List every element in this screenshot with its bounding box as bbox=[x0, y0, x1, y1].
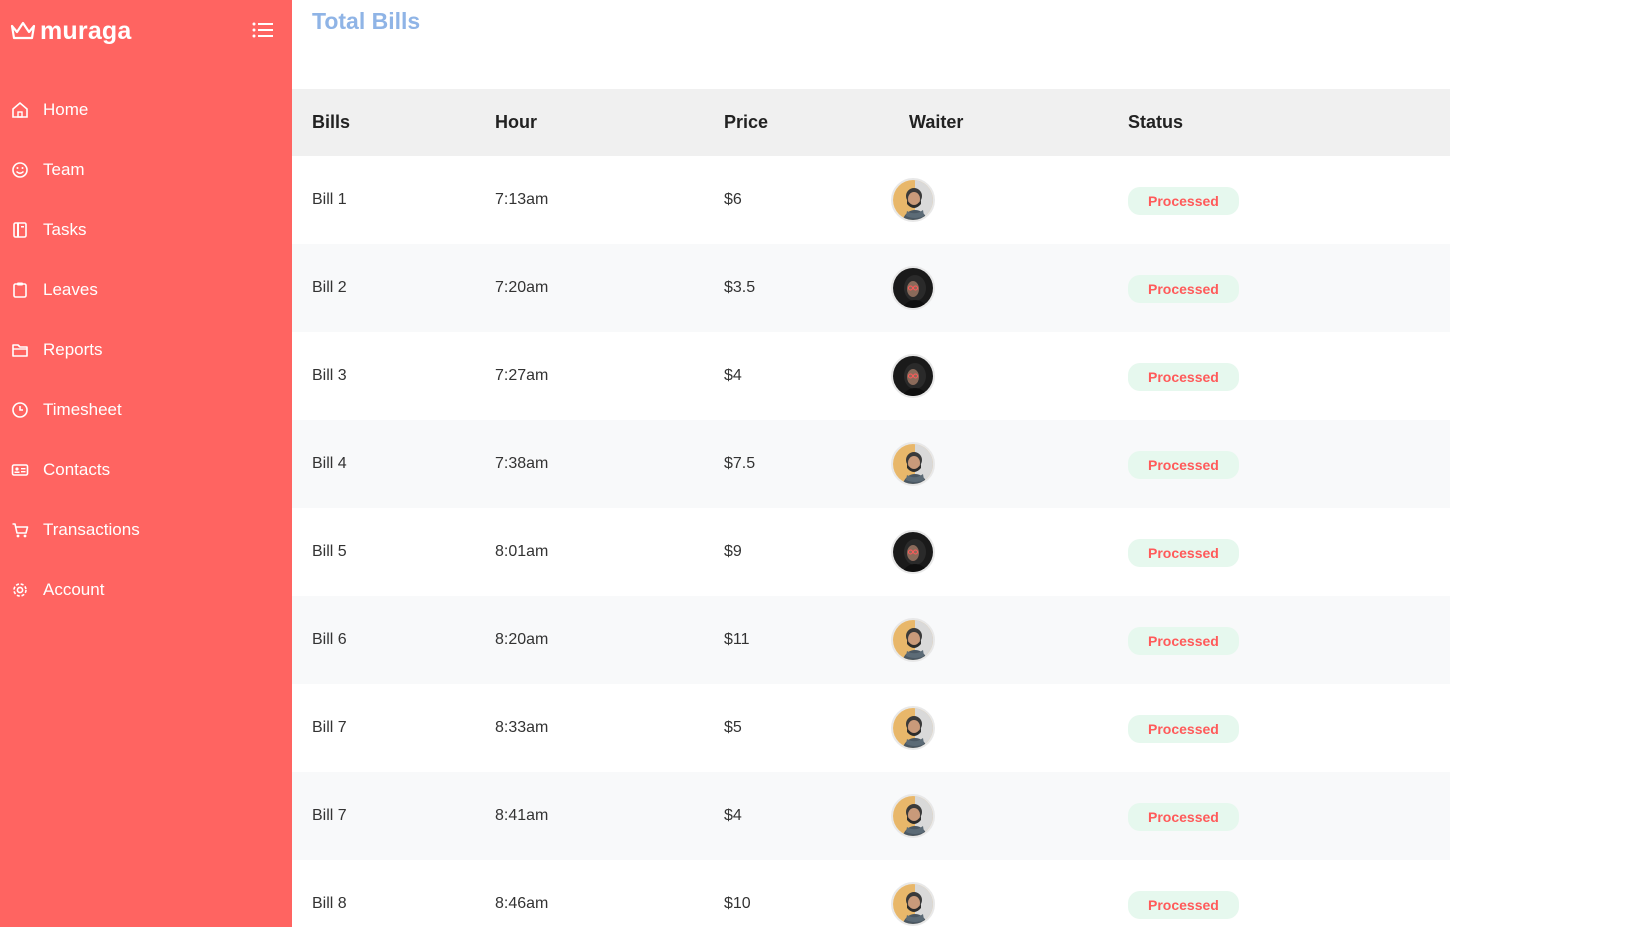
waiter-avatar[interactable] bbox=[891, 354, 935, 398]
price-cell: $4 bbox=[724, 807, 742, 824]
sidebar-item-leaves[interactable]: Leaves bbox=[0, 260, 292, 320]
price-cell: $9 bbox=[724, 543, 742, 560]
bill-cell: Bill 8 bbox=[312, 895, 347, 912]
sidebar-item-label: Transactions bbox=[43, 520, 140, 539]
status-badge: Processed bbox=[1128, 275, 1239, 303]
price-cell: $5 bbox=[724, 719, 742, 736]
bill-cell: Bill 7 bbox=[312, 719, 347, 736]
brand-name: muraga bbox=[40, 16, 132, 45]
sidebar: muraga Home Team Tasks Leaves Reports Ti… bbox=[0, 0, 292, 927]
waiter-avatar[interactable] bbox=[891, 442, 935, 486]
sidebar-item-timesheet[interactable]: Timesheet bbox=[0, 380, 292, 440]
bill-cell: Bill 2 bbox=[312, 279, 347, 296]
sidebar-item-transactions[interactable]: Transactions bbox=[0, 500, 292, 560]
sidebar-item-reports[interactable]: Reports bbox=[0, 320, 292, 380]
sidebar-item-label: Leaves bbox=[43, 280, 98, 299]
table-row[interactable]: Bill 8 8:46am $10 Processed bbox=[292, 860, 1450, 927]
column-header-hour[interactable]: Hour bbox=[495, 112, 537, 133]
hour-cell: 7:20am bbox=[495, 279, 549, 296]
sidebar-item-team[interactable]: Team bbox=[0, 140, 292, 200]
home-icon bbox=[11, 101, 29, 119]
waiter-avatar[interactable] bbox=[891, 706, 935, 750]
table-header: Bills Hour Price Waiter Status bbox=[292, 89, 1450, 156]
table-row[interactable]: Bill 2 7:20am $3.5 Processed bbox=[292, 244, 1450, 332]
status-badge: Processed bbox=[1128, 451, 1239, 479]
menu-toggle-icon[interactable] bbox=[252, 20, 274, 40]
table-row[interactable]: Bill 7 8:41am $4 Processed bbox=[292, 772, 1450, 860]
column-header-status[interactable]: Status bbox=[1128, 112, 1183, 133]
hour-cell: 8:20am bbox=[495, 631, 549, 648]
bill-cell: Bill 7 bbox=[312, 807, 347, 824]
status-badge: Processed bbox=[1128, 891, 1239, 919]
sidebar-item-label: Contacts bbox=[43, 460, 111, 479]
column-header-bills[interactable]: Bills bbox=[312, 112, 350, 133]
hour-cell: 7:27am bbox=[495, 367, 549, 384]
main-content: Total Bills Bills Hour Price Waiter Stat… bbox=[292, 0, 1628, 927]
waiter-avatar[interactable] bbox=[891, 178, 935, 222]
column-header-price[interactable]: Price bbox=[724, 112, 768, 133]
bill-cell: Bill 6 bbox=[312, 631, 347, 648]
bill-cell: Bill 1 bbox=[312, 191, 347, 208]
status-badge: Processed bbox=[1128, 803, 1239, 831]
hour-cell: 8:33am bbox=[495, 719, 549, 736]
folder-icon bbox=[11, 341, 29, 359]
sidebar-item-label: Timesheet bbox=[43, 400, 122, 419]
price-cell: $7.5 bbox=[724, 455, 756, 472]
status-badge: Processed bbox=[1128, 187, 1239, 215]
table-row[interactable]: Bill 3 7:27am $4 Processed bbox=[292, 332, 1450, 420]
bill-cell: Bill 5 bbox=[312, 543, 347, 560]
waiter-avatar[interactable] bbox=[891, 266, 935, 310]
price-cell: $3.5 bbox=[724, 279, 756, 296]
bill-cell: Bill 3 bbox=[312, 367, 347, 384]
table-row[interactable]: Bill 1 7:13am $6 Processed bbox=[292, 156, 1450, 244]
price-cell: $10 bbox=[724, 895, 751, 912]
waiter-avatar[interactable] bbox=[891, 794, 935, 838]
sidebar-nav: Home Team Tasks Leaves Reports Timesheet… bbox=[0, 80, 292, 620]
smiley-icon bbox=[11, 161, 29, 179]
table-row[interactable]: Bill 5 8:01am $9 Processed bbox=[292, 508, 1450, 596]
price-cell: $6 bbox=[724, 191, 742, 208]
crown-icon bbox=[10, 20, 36, 42]
sidebar-item-label: Team bbox=[43, 160, 85, 179]
hour-cell: 8:46am bbox=[495, 895, 549, 912]
brand[interactable]: muraga bbox=[10, 14, 132, 48]
price-cell: $11 bbox=[724, 631, 750, 648]
hour-cell: 7:13am bbox=[495, 191, 549, 208]
waiter-avatar[interactable] bbox=[891, 618, 935, 662]
bills-table: Bills Hour Price Waiter Status Bill 1 7:1… bbox=[292, 89, 1450, 927]
table-row[interactable]: Bill 7 8:33am $5 Processed bbox=[292, 684, 1450, 772]
notebook-icon bbox=[11, 221, 29, 239]
hour-cell: 8:01am bbox=[495, 543, 549, 560]
price-cell: $4 bbox=[724, 367, 742, 384]
column-header-waiter[interactable]: Waiter bbox=[909, 112, 963, 133]
sidebar-item-label: Account bbox=[43, 580, 105, 599]
sidebar-item-account[interactable]: Account bbox=[0, 560, 292, 620]
status-badge: Processed bbox=[1128, 363, 1239, 391]
sidebar-item-tasks[interactable]: Tasks bbox=[0, 200, 292, 260]
gear-icon bbox=[11, 581, 29, 599]
sidebar-item-label: Home bbox=[43, 100, 89, 119]
waiter-avatar[interactable] bbox=[891, 530, 935, 574]
status-badge: Processed bbox=[1128, 539, 1239, 567]
sidebar-item-contacts[interactable]: Contacts bbox=[0, 440, 292, 500]
status-badge: Processed bbox=[1128, 627, 1239, 655]
sidebar-item-home[interactable]: Home bbox=[0, 80, 292, 140]
waiter-avatar[interactable] bbox=[891, 882, 935, 926]
clock-icon bbox=[11, 401, 29, 419]
bill-cell: Bill 4 bbox=[312, 455, 347, 472]
clipboard-icon bbox=[11, 281, 29, 299]
table-row[interactable]: Bill 4 7:38am $7.5 Processed bbox=[292, 420, 1450, 508]
status-badge: Processed bbox=[1128, 715, 1239, 743]
table-body: Bill 1 7:13am $6 Processed Bill 2 7:20am $3.5 P… bbox=[292, 156, 1450, 927]
hour-cell: 7:38am bbox=[495, 455, 549, 472]
page-title: Total Bills bbox=[312, 8, 421, 34]
cart-icon bbox=[11, 521, 29, 539]
table-row[interactable]: Bill 6 8:20am $11 Processed bbox=[292, 596, 1450, 684]
id-card-icon bbox=[11, 461, 29, 479]
hour-cell: 8:41am bbox=[495, 807, 549, 824]
sidebar-item-label: Reports bbox=[43, 340, 103, 359]
sidebar-item-label: Tasks bbox=[43, 220, 87, 239]
